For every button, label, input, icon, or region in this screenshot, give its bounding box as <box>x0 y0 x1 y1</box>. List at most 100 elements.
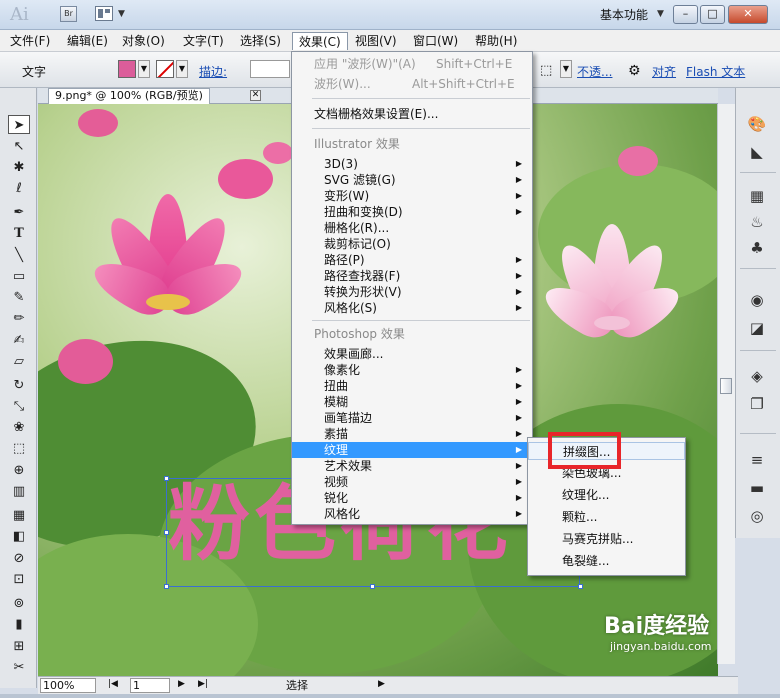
menu-convert-to-shape[interactable]: 转换为形状(V) ▶ <box>292 284 532 300</box>
transparency-icon[interactable]: ◪ <box>746 318 768 338</box>
menu-distort[interactable]: 扭曲 ▶ <box>292 378 532 394</box>
opacity-link[interactable]: 不透... <box>577 63 612 80</box>
fill-swatch[interactable] <box>118 60 136 78</box>
workspace-switcher[interactable]: 基本功能 <box>600 6 648 23</box>
artboard-tool-icon[interactable]: ⊞ <box>8 637 30 656</box>
menu-texturizer[interactable]: 纹理化... <box>528 486 685 504</box>
menu-craquelure[interactable]: 龟裂缝... <box>528 552 685 570</box>
menu-edit[interactable]: 编辑(E) <box>61 32 114 50</box>
menu-type[interactable]: 文字(T) <box>177 32 230 50</box>
lasso-tool-icon[interactable]: ℓ <box>8 179 30 198</box>
chevron-down-icon[interactable]: ▼ <box>118 9 125 19</box>
selection-handle[interactable] <box>578 584 583 589</box>
menu-svg-filters[interactable]: SVG 滤镜(G) ▶ <box>292 172 532 188</box>
symbols-icon[interactable]: ♣ <box>746 238 768 258</box>
blend-tool-icon[interactable]: ⊡ <box>8 570 30 589</box>
document-tab[interactable]: 9.png* @ 100% (RGB/预览) <box>48 88 210 104</box>
warp-tool-icon[interactable]: ❀ <box>8 418 30 437</box>
eyedropper-tool-icon[interactable]: ⊘ <box>8 549 30 568</box>
gear-icon[interactable]: ⚙ <box>628 63 641 79</box>
menu-effect-gallery[interactable]: 效果画廊... <box>292 346 532 362</box>
menu-window[interactable]: 窗口(W) <box>407 32 464 50</box>
selection-handle[interactable] <box>164 476 169 481</box>
pathfinder-icon[interactable]: ◎ <box>746 506 768 526</box>
menu-artistic[interactable]: 艺术效果 ▶ <box>292 458 532 474</box>
close-icon[interactable]: ✕ <box>250 90 261 101</box>
minimize-button[interactable]: – <box>673 5 698 24</box>
eraser-tool-icon[interactable]: ▱ <box>8 352 30 371</box>
last-artboard-icon[interactable]: ▶| <box>198 679 208 689</box>
stroke-icon[interactable]: ◉ <box>746 290 768 310</box>
line-tool-icon[interactable]: ╲ <box>8 246 30 265</box>
menu-warp[interactable]: 变形(W) ▶ <box>292 188 532 204</box>
menu-3d[interactable]: 3D(3) ▶ <box>292 156 532 172</box>
align-link[interactable]: 对齐 <box>652 63 676 80</box>
selection-handle[interactable] <box>370 584 375 589</box>
symbol-sprayer-tool-icon[interactable]: ⊚ <box>8 594 30 613</box>
free-transform-tool-icon[interactable]: ⬚ <box>8 439 30 458</box>
menu-view[interactable]: 视图(V) <box>349 32 403 50</box>
menu-texture[interactable]: 纹理 ▶ <box>292 442 532 458</box>
selection-tool-icon[interactable]: ➤ <box>8 115 30 134</box>
chevron-down-icon[interactable]: ▼ <box>176 60 188 78</box>
gradient-icon[interactable]: ▬ <box>746 478 768 498</box>
stroke-label[interactable]: 描边: <box>199 63 227 80</box>
stroke-weight-field[interactable] <box>250 60 290 78</box>
menu-mosaic-tiles[interactable]: 马赛克拼贴... <box>528 530 685 548</box>
pencil-tool-icon[interactable]: ✏ <box>8 309 30 328</box>
type-tool-icon[interactable]: T <box>8 224 30 243</box>
first-artboard-icon[interactable]: |◀ <box>108 679 118 689</box>
selection-handle[interactable] <box>164 530 169 535</box>
menu-object[interactable]: 对象(O) <box>116 32 171 50</box>
arrange-documents-icon[interactable] <box>95 6 113 21</box>
rotate-tool-icon[interactable]: ↻ <box>8 376 30 395</box>
color-guide-icon[interactable]: ◣ <box>746 142 768 162</box>
menu-stylize-photoshop[interactable]: 风格化 ▶ <box>292 506 532 522</box>
vertical-scrollbar[interactable] <box>717 104 735 664</box>
menu-rasterize[interactable]: 栅格化(R)... <box>292 220 532 236</box>
menu-brush-strokes[interactable]: 画笔描边 ▶ <box>292 410 532 426</box>
chevron-down-icon[interactable]: ▼ <box>138 60 150 78</box>
stroke-swatch[interactable] <box>156 60 174 78</box>
menu-grain[interactable]: 颗粒... <box>528 508 685 526</box>
slice-tool-icon[interactable]: ✂ <box>8 658 30 677</box>
brushes-icon[interactable]: ♨ <box>746 212 768 232</box>
shape-builder-tool-icon[interactable]: ⊕ <box>8 461 30 480</box>
menu-video[interactable]: 视频 ▶ <box>292 474 532 490</box>
paintbrush-tool-icon[interactable]: ✎ <box>8 288 30 307</box>
menu-sharpen[interactable]: 锐化 ▶ <box>292 490 532 506</box>
menu-file[interactable]: 文件(F) <box>4 32 56 50</box>
bridge-button[interactable]: Br <box>60 6 77 22</box>
mesh-tool-icon[interactable]: ▦ <box>8 506 30 525</box>
layers-icon[interactable]: ◈ <box>746 366 768 386</box>
pen-tool-icon[interactable]: ✒ <box>8 203 30 222</box>
menu-document-raster-settings[interactable]: 文档栅格效果设置(E)... <box>292 106 532 122</box>
artboard-number-field[interactable]: 1 <box>130 678 170 693</box>
menu-pixelate[interactable]: 像素化 ▶ <box>292 362 532 378</box>
zoom-field[interactable]: 100% <box>40 678 96 693</box>
swatches-icon[interactable]: ▦ <box>746 186 768 206</box>
menu-pathfinder[interactable]: 路径查找器(F) ▶ <box>292 268 532 284</box>
menu-sketch[interactable]: 素描 ▶ <box>292 426 532 442</box>
direct-selection-tool-icon[interactable]: ↖ <box>8 137 30 156</box>
menu-crop-marks[interactable]: 裁剪标记(O) <box>292 236 532 252</box>
close-button[interactable]: ✕ <box>728 5 768 24</box>
chevron-down-icon[interactable]: ▼ <box>560 60 572 78</box>
color-palette-icon[interactable]: 🎨 <box>746 114 768 134</box>
flash-text-link[interactable]: Flash 文本 <box>686 63 745 80</box>
magic-wand-tool-icon[interactable]: ✱ <box>8 158 30 177</box>
status-menu-icon[interactable]: ▶ <box>378 679 385 689</box>
rectangle-tool-icon[interactable]: ▭ <box>8 267 30 286</box>
menu-apply-last-effect[interactable]: 应用 "波形(W)"(A) Shift+Ctrl+E <box>292 56 532 72</box>
menu-path[interactable]: 路径(P) ▶ <box>292 252 532 268</box>
chevron-down-icon[interactable]: ▼ <box>657 9 664 19</box>
blob-brush-tool-icon[interactable]: ✍ <box>8 331 30 350</box>
selection-handle[interactable] <box>164 584 169 589</box>
gradient-tool-icon[interactable]: ◧ <box>8 527 30 546</box>
next-artboard-icon[interactable]: ▶ <box>178 679 185 689</box>
menu-last-effect[interactable]: 波形(W)... Alt+Shift+Ctrl+E <box>292 76 532 92</box>
scale-tool-icon[interactable]: ⤡ <box>8 397 30 416</box>
maximize-button[interactable]: □ <box>700 5 725 24</box>
menu-help[interactable]: 帮助(H) <box>469 32 523 50</box>
menu-stylize-illustrator[interactable]: 风格化(S) ▶ <box>292 300 532 316</box>
